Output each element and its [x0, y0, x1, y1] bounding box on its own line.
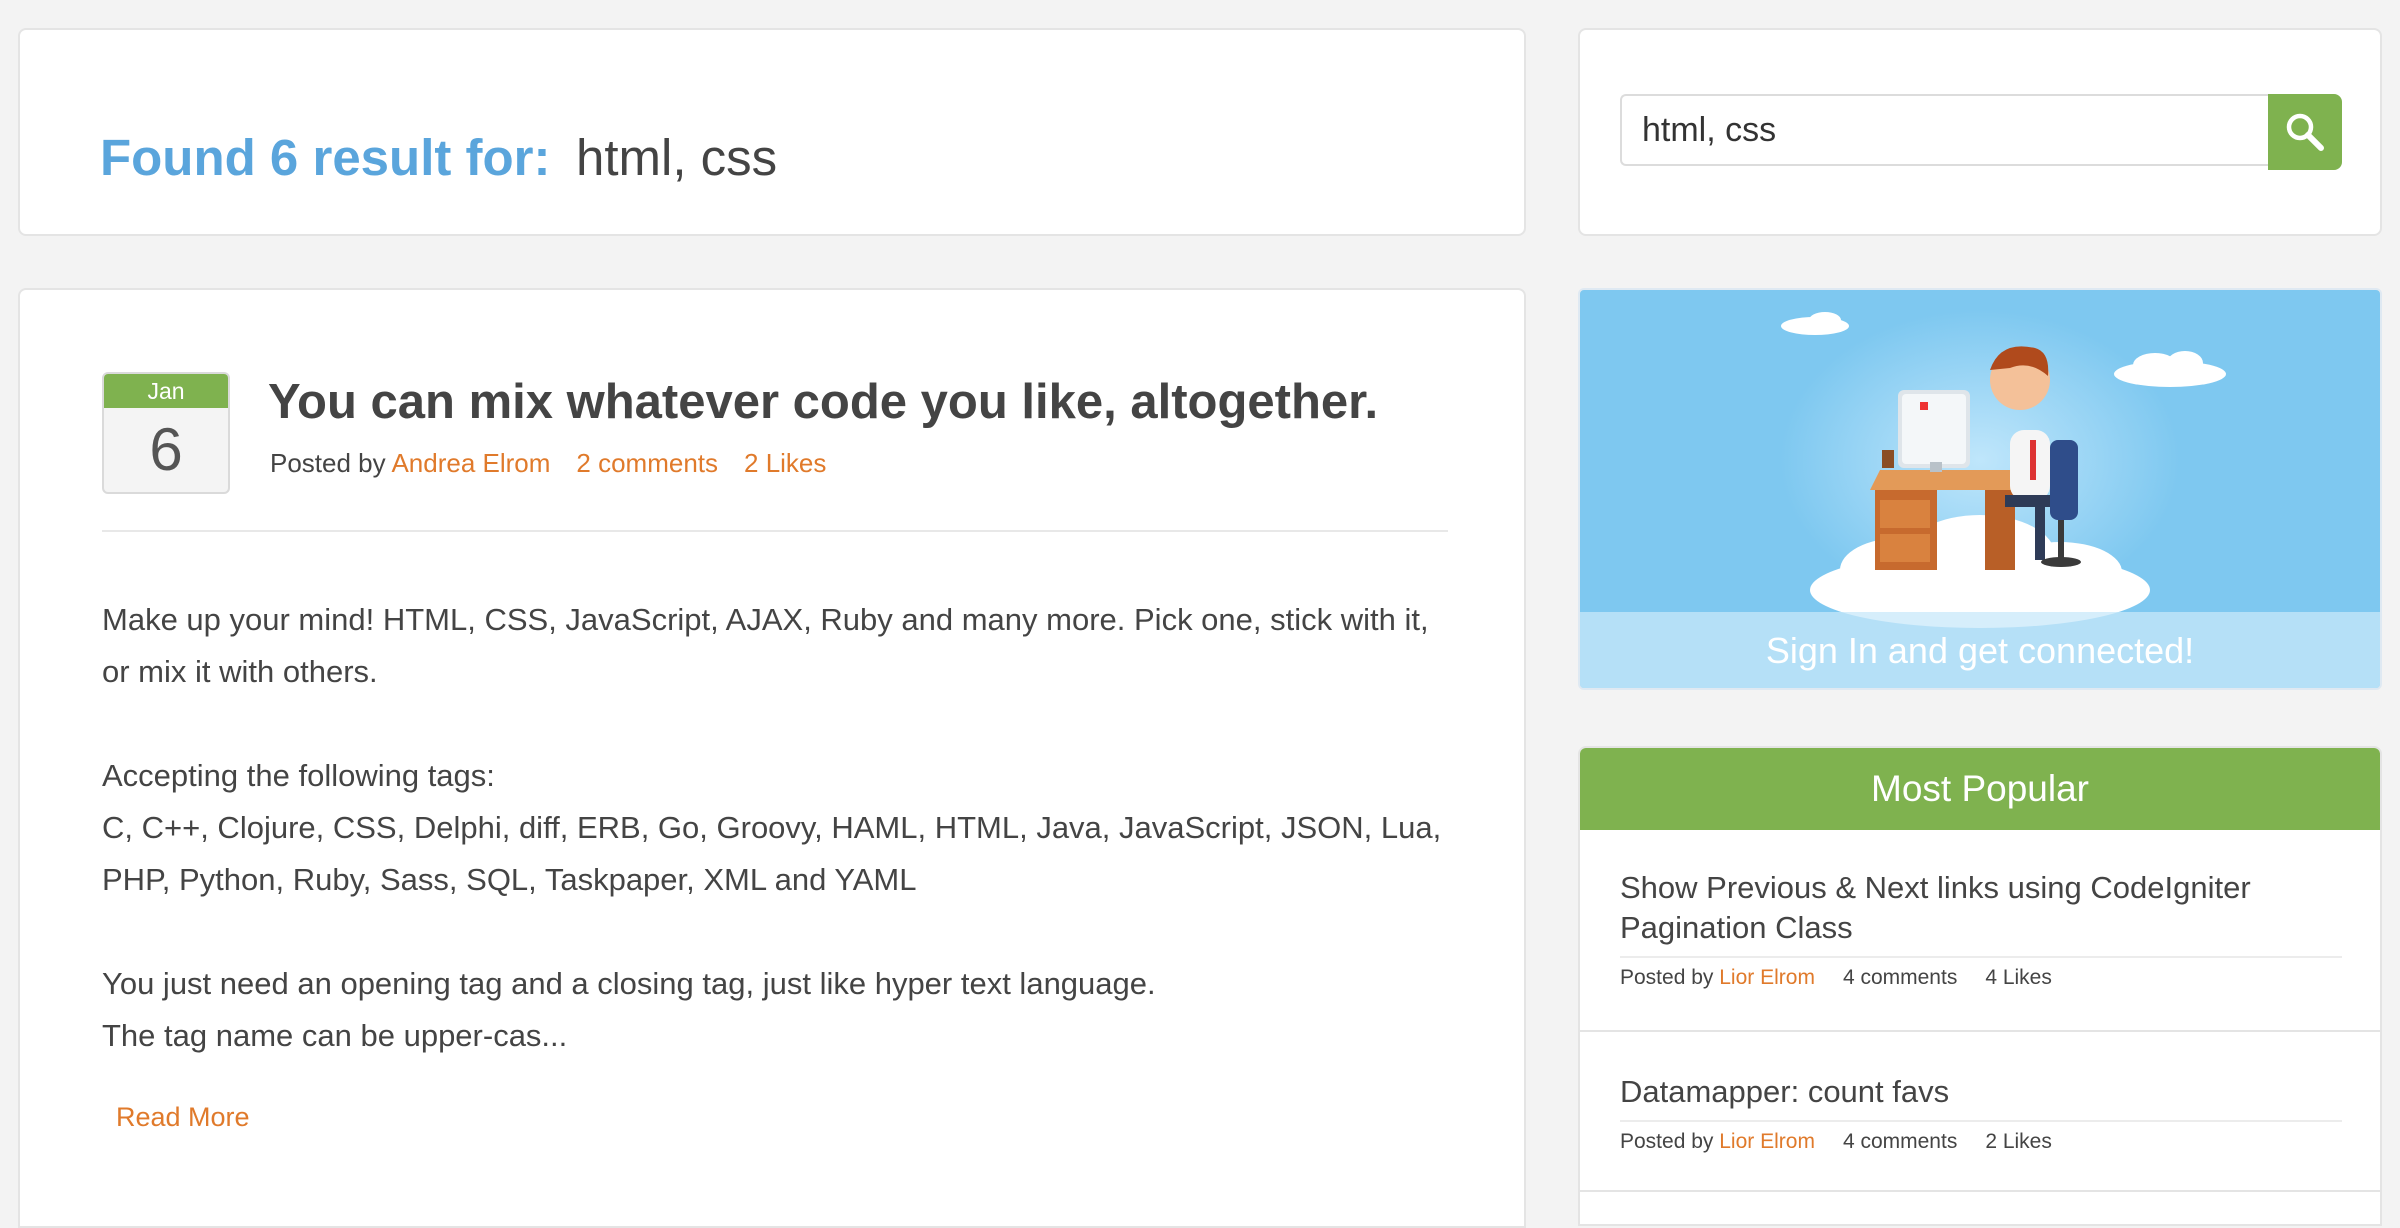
- post-paragraph: Make up your mind! HTML, CSS, JavaScript…: [102, 602, 1429, 689]
- author-link[interactable]: Lior Elrom: [1719, 1130, 1815, 1153]
- posted-by-label: Posted by: [270, 448, 386, 478]
- date-badge: Jan 6: [102, 372, 230, 494]
- author-link[interactable]: Lior Elrom: [1719, 966, 1815, 989]
- popular-item-title[interactable]: Datamapper: count favs: [1620, 1072, 2342, 1112]
- computer-icon: [1898, 390, 1970, 472]
- comments-link[interactable]: 2 comments: [576, 448, 718, 478]
- post-paragraph: You just need an opening tag and a closi…: [102, 958, 1448, 1062]
- posted-by-label: Posted by: [1620, 1130, 1714, 1153]
- search-panel: [1578, 28, 2382, 236]
- read-more-link[interactable]: Read More: [116, 1102, 250, 1133]
- results-count-label: Found 6 result for:: [100, 129, 551, 186]
- post-title[interactable]: You can mix whatever code you like, alto…: [268, 374, 1378, 430]
- post-divider: [102, 530, 1448, 532]
- date-month: Jan: [104, 374, 228, 408]
- popular-item: Datamapper: count favs Posted by Lior El…: [1620, 1072, 2342, 1154]
- signin-banner[interactable]: Sign In and get connected!: [1578, 288, 2382, 690]
- cloud-icon: [1781, 312, 1849, 335]
- search-input[interactable]: [1620, 94, 2268, 166]
- popular-item: Show Previous & Next links using CodeIgn…: [1620, 868, 2342, 990]
- most-popular-panel: Most Popular Show Previous & Next links …: [1578, 746, 2382, 1226]
- tags-heading: Accepting the following tags:: [102, 758, 495, 793]
- author-link[interactable]: Andrea Elrom: [391, 448, 550, 478]
- divider: [1620, 1120, 2342, 1122]
- post-text-line: The tag name can be upper-cas...: [102, 1018, 568, 1053]
- most-popular-title: Most Popular: [1580, 748, 2380, 830]
- popular-item-title[interactable]: Show Previous & Next links using CodeIgn…: [1620, 868, 2342, 948]
- likes-count: 4 Likes: [1985, 966, 2052, 989]
- posted-by-label: Posted by: [1620, 966, 1714, 989]
- search-button[interactable]: [2268, 94, 2342, 170]
- cloud-icon: [2114, 351, 2226, 387]
- comments-count: 4 comments: [1842, 966, 1958, 989]
- likes-link[interactable]: 2 Likes: [744, 448, 826, 478]
- item-separator: [1580, 1030, 2380, 1032]
- search-icon: [2286, 113, 2324, 151]
- item-separator: [1580, 1190, 2380, 1192]
- date-day: 6: [149, 416, 183, 483]
- tags-list: C, C++, Clojure, CSS, Delphi, diff, ERB,…: [102, 810, 1442, 897]
- popular-item-meta: Posted by Lior Elrom 4 comments 4 Likes: [1620, 966, 2342, 990]
- post-card: Jan 6 You can mix whatever code you like…: [18, 288, 1526, 1228]
- divider: [1620, 956, 2342, 958]
- post-meta: Posted by Andrea Elrom 2 comments 2 Likes: [270, 448, 826, 479]
- signin-text[interactable]: Sign In and get connected!: [1580, 630, 2380, 672]
- post-paragraph-tags: Accepting the following tags: C, C++, Cl…: [102, 750, 1448, 906]
- likes-count: 2 Likes: [1985, 1130, 2052, 1153]
- search-results-header: Found 6 result for: html, css: [18, 28, 1526, 236]
- comments-count: 4 comments: [1842, 1130, 1958, 1153]
- results-query: html, css: [576, 129, 778, 186]
- popular-item-meta: Posted by Lior Elrom 4 comments 2 Likes: [1620, 1130, 2342, 1154]
- post-text-line: You just need an opening tag and a closi…: [102, 966, 1156, 1001]
